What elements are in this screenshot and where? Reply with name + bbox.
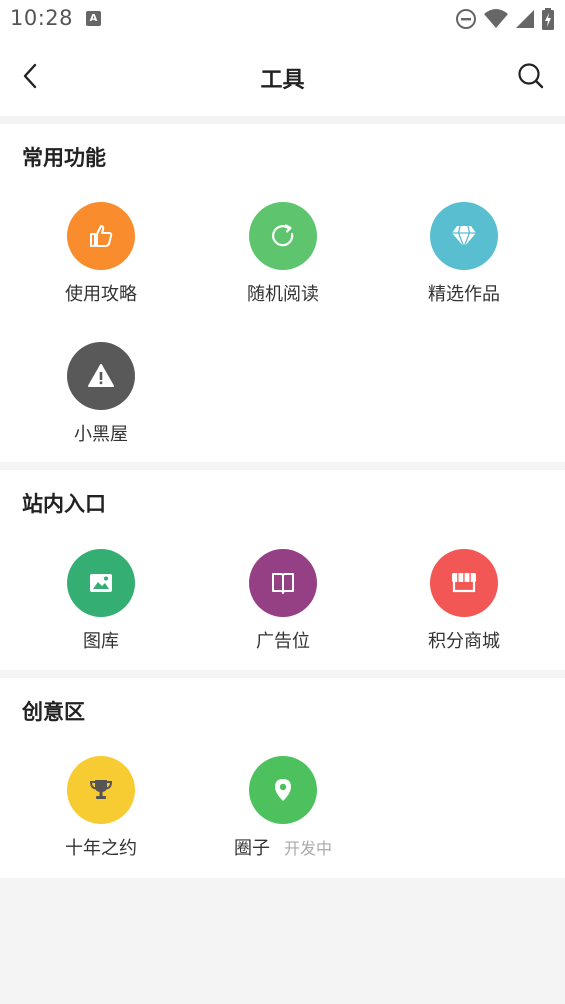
tool-item-ten-year-pact[interactable]: 十年之约 — [31, 756, 171, 860]
tool-item-circle[interactable]: 圈子 开发中 — [213, 756, 353, 860]
battery-icon — [542, 8, 554, 30]
tool-item-featured[interactable]: 精选作品 — [394, 202, 534, 306]
refresh-icon — [272, 224, 294, 247]
thumbs-up-icon — [90, 225, 113, 247]
tool-label: 随机阅读 — [247, 284, 319, 305]
tool-item-random-read[interactable]: 随机阅读 — [213, 202, 353, 306]
search-icon — [518, 63, 544, 89]
store-icon — [452, 573, 476, 593]
status-bar: 10:28 A — [0, 0, 565, 38]
tool-icon-circle — [430, 202, 498, 270]
tool-label: 精选作品 — [428, 284, 500, 305]
image-icon — [90, 574, 112, 592]
tool-label: 小黑屋 — [74, 424, 128, 445]
section-creative-zone: 创意区 十年之约 圈子 开发中 — [0, 678, 565, 878]
tool-item-gallery[interactable]: 图库 — [31, 549, 171, 653]
location-pin-icon — [275, 779, 291, 801]
page-title: 工具 — [260, 68, 305, 93]
section-common-functions: 常用功能 使用攻略 随机阅读 精选作品 小黑屋 — [0, 124, 565, 462]
tool-label: 圈子 开发中 — [234, 834, 332, 860]
section-title: 站内入口 — [22, 492, 106, 516]
tool-icon-circle — [430, 549, 498, 617]
warning-icon — [88, 364, 114, 387]
tool-label: 积分商城 — [428, 631, 500, 652]
wifi-icon — [484, 9, 508, 28]
search-button[interactable] — [515, 60, 547, 92]
tool-icon-circle — [67, 202, 135, 270]
tool-icon-circle — [249, 202, 317, 270]
tool-icon-circle — [249, 549, 317, 617]
section-site-entrances: 站内入口 图库 广告位 积分商城 — [0, 470, 565, 670]
tool-icon-circle — [67, 756, 135, 824]
tool-item-blackroom[interactable]: 小黑屋 — [31, 342, 171, 446]
tool-label: 使用攻略 — [65, 284, 137, 305]
status-icons — [455, 6, 555, 32]
section-title: 创意区 — [22, 700, 85, 724]
book-icon — [272, 573, 294, 594]
tool-item-guide[interactable]: 使用攻略 — [31, 202, 171, 306]
cell-signal-icon — [516, 10, 534, 28]
top-app-bar: 工具 — [0, 38, 565, 116]
tool-item-points-mall[interactable]: 积分商城 — [394, 549, 534, 653]
section-title: 常用功能 — [22, 146, 106, 170]
do-not-disturb-icon — [456, 9, 476, 29]
tool-icon-circle — [67, 549, 135, 617]
trophy-icon — [89, 780, 113, 799]
tool-label-text: 圈子 — [233, 838, 270, 859]
dev-status-tag: 开发中 — [283, 839, 332, 858]
tool-icon-circle — [249, 756, 317, 824]
status-time: 10:28 — [10, 6, 74, 30]
tool-label: 图库 — [83, 631, 119, 652]
tool-label: 广告位 — [256, 631, 310, 652]
tool-icon-circle — [67, 342, 135, 410]
diamond-icon — [452, 225, 476, 249]
notification-icon: A — [86, 11, 101, 26]
tool-label: 十年之约 — [65, 838, 137, 859]
tool-item-ad-slot[interactable]: 广告位 — [213, 549, 353, 653]
